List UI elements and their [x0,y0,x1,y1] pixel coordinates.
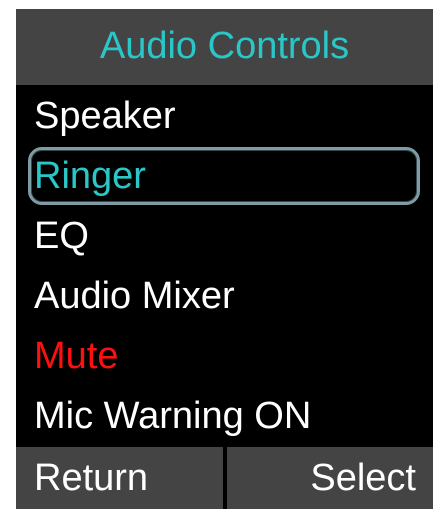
device-screen: Audio Controls Speaker Ringer EQ Audio M… [16,9,433,509]
title-bar: Audio Controls [16,9,433,85]
page-title: Audio Controls [99,25,350,67]
menu-item-eq[interactable]: EQ [28,207,420,265]
menu-item-audio-mixer[interactable]: Audio Mixer [28,267,420,325]
menu-item-mic-warning[interactable]: Mic Warning ON [28,387,420,445]
softkey-bar: Return Select [16,447,433,509]
menu-item-mute[interactable]: Mute [28,327,420,385]
return-button[interactable]: Return [16,447,227,509]
menu-item-ringer[interactable]: Ringer [28,147,420,205]
menu-item-speaker[interactable]: Speaker [28,87,420,145]
audio-controls-menu: Speaker Ringer EQ Audio Mixer Mute Mic W… [16,87,433,447]
select-button[interactable]: Select [227,447,433,509]
